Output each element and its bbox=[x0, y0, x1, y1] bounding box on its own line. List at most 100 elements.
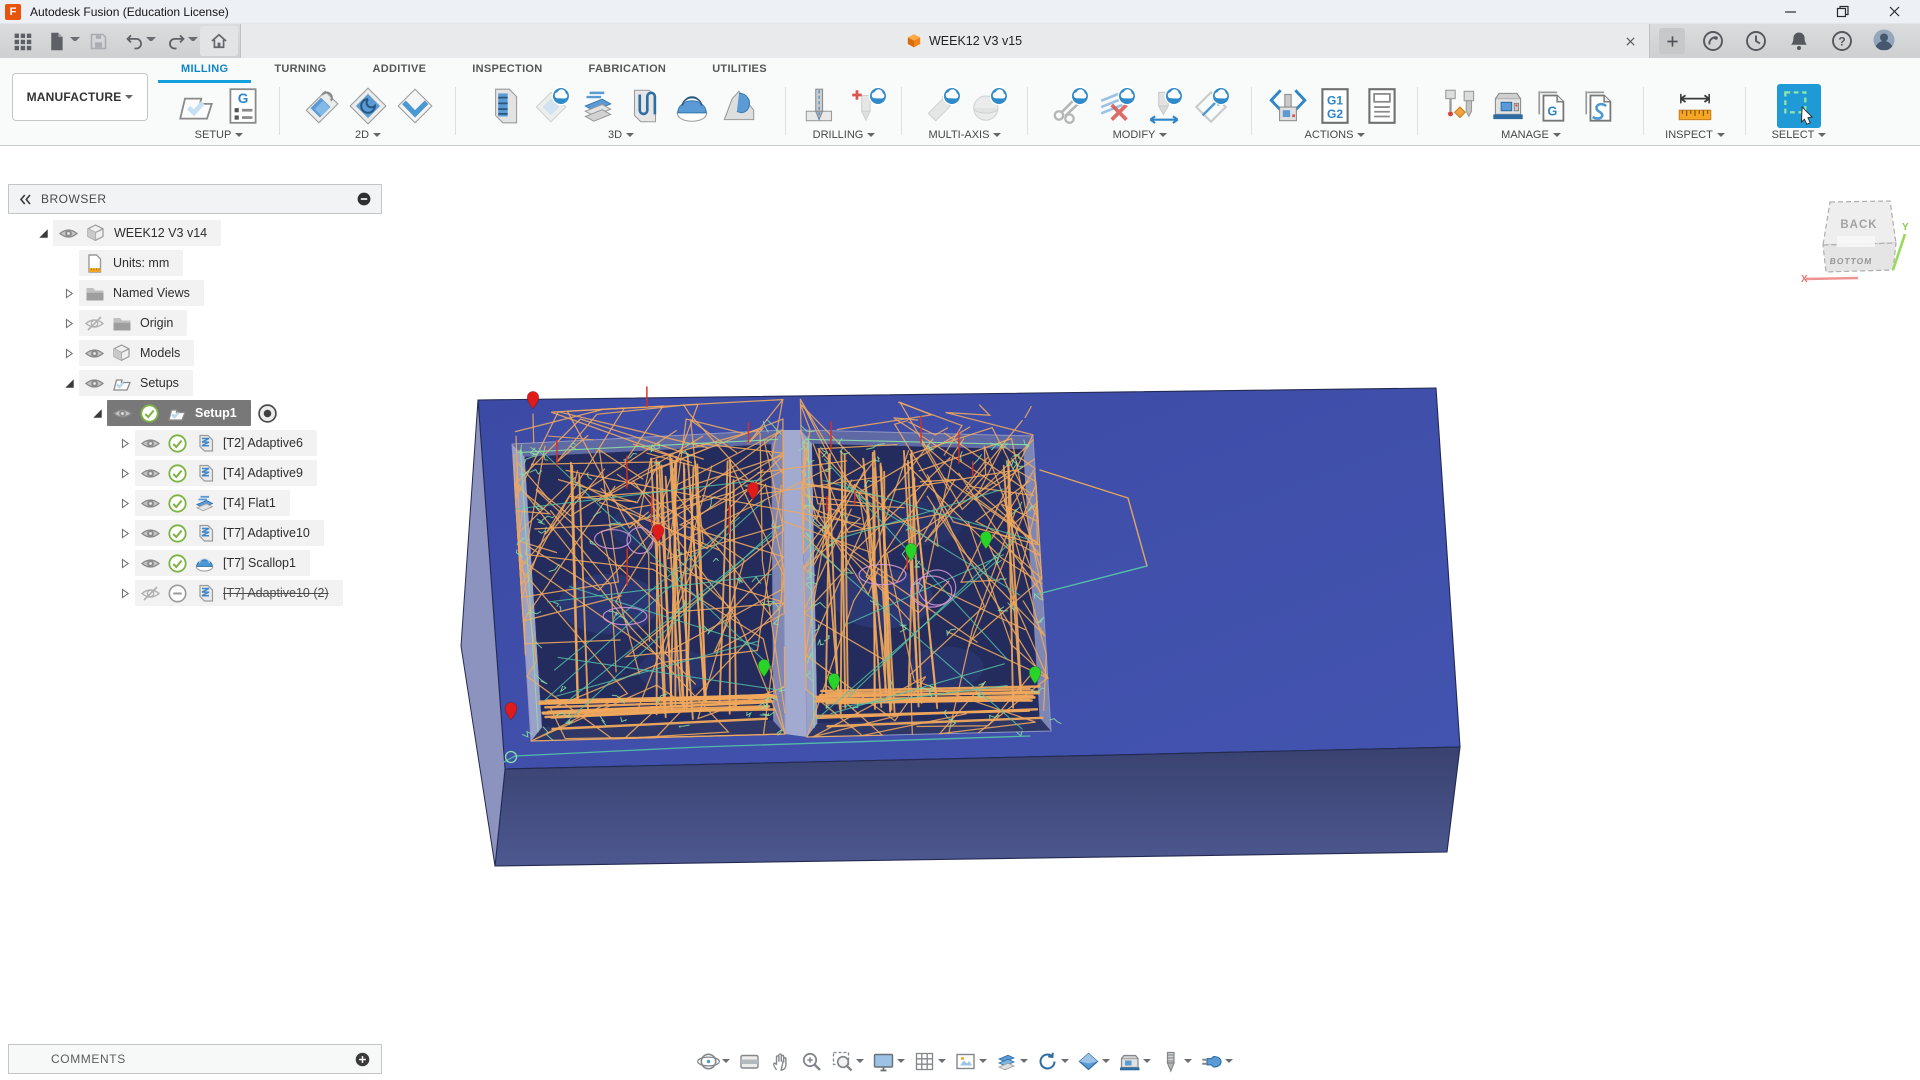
expander-closed-icon[interactable] bbox=[116, 554, 135, 573]
ribbon-button-machine-library[interactable] bbox=[1486, 84, 1530, 128]
ribbon-button-swarf[interactable] bbox=[920, 84, 964, 128]
component-icon[interactable] bbox=[111, 343, 132, 364]
suppressed-icon[interactable] bbox=[167, 583, 188, 604]
generated-check-icon[interactable] bbox=[167, 433, 188, 454]
browser-item-t4-adaptive9[interactable]: [T4] Adaptive9 bbox=[8, 458, 382, 488]
ribbon-button-setup-sheet[interactable] bbox=[1360, 84, 1404, 128]
ribbon-button-templates[interactable] bbox=[1580, 84, 1624, 128]
active-setup-radio-icon[interactable] bbox=[257, 403, 278, 424]
redo-icon[interactable] bbox=[162, 28, 190, 54]
ribbon-button-measure[interactable] bbox=[1673, 84, 1717, 128]
nav-tool-button[interactable] bbox=[1155, 1048, 1196, 1075]
new-document-tab-button[interactable] bbox=[1659, 28, 1685, 54]
visibility-eye-icon[interactable] bbox=[140, 493, 161, 514]
op-scallop-icon[interactable] bbox=[194, 553, 215, 574]
visibility-eye-icon[interactable] bbox=[58, 223, 79, 244]
tab-inspection[interactable]: INSPECTION bbox=[449, 58, 565, 83]
notifications-bell-icon[interactable] bbox=[1787, 29, 1811, 53]
file-home-button[interactable] bbox=[200, 26, 238, 56]
ribbon-group-label-setup[interactable]: SETUP bbox=[195, 129, 244, 141]
visibility-eye-icon[interactable] bbox=[140, 463, 161, 484]
app-launcher-icon[interactable] bbox=[8, 28, 36, 54]
nav-grid-button[interactable] bbox=[909, 1048, 950, 1075]
browser-item-units-mm[interactable]: Units: mm bbox=[8, 248, 382, 278]
visibility-eye-off-icon[interactable] bbox=[140, 583, 161, 604]
display-settings-dropdown-icon[interactable] bbox=[897, 1059, 905, 1067]
generated-check-icon[interactable] bbox=[167, 493, 188, 514]
nav-orbit-button[interactable] bbox=[693, 1048, 734, 1075]
ribbon-button-ncprogram-doc[interactable]: G bbox=[221, 84, 265, 128]
ribbon-button-hole-recognition[interactable] bbox=[846, 84, 890, 128]
view-cube[interactable]: BACK BOTTOM X Y bbox=[1796, 186, 1920, 300]
ribbon-button-trim-toolpath[interactable] bbox=[1048, 84, 1092, 128]
tool-dropdown-icon[interactable] bbox=[1184, 1059, 1192, 1067]
workspace-selector[interactable]: MANUFACTURE bbox=[12, 73, 148, 121]
ribbon-button-drill[interactable] bbox=[799, 84, 843, 128]
units-doc-icon[interactable] bbox=[84, 253, 105, 274]
generated-check-icon[interactable] bbox=[167, 463, 188, 484]
generated-check-icon[interactable] bbox=[167, 523, 188, 544]
folder-open-icon[interactable] bbox=[111, 373, 132, 394]
close-button[interactable] bbox=[1868, 0, 1920, 24]
ribbon-button-post-process[interactable] bbox=[1266, 84, 1310, 128]
expander-closed-icon[interactable] bbox=[60, 314, 79, 333]
tab-turning[interactable]: TURNING bbox=[251, 58, 349, 83]
browser-item-t2-adaptive6[interactable]: [T2] Adaptive6 bbox=[8, 428, 382, 458]
expander-open-icon[interactable] bbox=[34, 224, 53, 243]
nav-pan-button[interactable] bbox=[765, 1048, 796, 1075]
user-avatar[interactable] bbox=[1872, 28, 1896, 52]
folder-icon[interactable] bbox=[84, 283, 105, 304]
ribbon-button-feed-optimization[interactable] bbox=[1142, 84, 1186, 128]
op-adaptive-icon[interactable] bbox=[194, 433, 215, 454]
add-comment-icon[interactable] bbox=[354, 1051, 371, 1068]
orbit-dropdown-icon[interactable] bbox=[722, 1059, 730, 1067]
ribbon-group-label-actions[interactable]: ACTIONS bbox=[1305, 129, 1366, 141]
expander-closed-icon[interactable] bbox=[60, 284, 79, 303]
document-close-icon[interactable] bbox=[1621, 32, 1639, 50]
browser-item-named-views[interactable]: Named Views bbox=[8, 278, 382, 308]
ribbon-button-3d-steep-shallow[interactable] bbox=[529, 84, 573, 128]
ribbon-group-label-2d[interactable]: 2D bbox=[355, 129, 381, 141]
ribbon-group-label-modify[interactable]: MODIFY bbox=[1113, 129, 1168, 141]
generated-check-icon[interactable] bbox=[167, 553, 188, 574]
visibility-eye-icon[interactable] bbox=[140, 523, 161, 544]
browser-item-models[interactable]: Models bbox=[8, 338, 382, 368]
browser-item-setup1[interactable]: Setup1 bbox=[8, 398, 382, 428]
undo-dropdown-icon[interactable] bbox=[146, 37, 156, 47]
redo-dropdown-icon[interactable] bbox=[188, 37, 198, 47]
ribbon-button-2d-adaptive[interactable] bbox=[299, 84, 343, 128]
nav-toolpath-display-button[interactable] bbox=[991, 1048, 1032, 1075]
generated-check-icon[interactable] bbox=[139, 403, 160, 424]
viewports-dropdown-icon[interactable] bbox=[979, 1059, 987, 1067]
op-adaptive-icon[interactable] bbox=[194, 463, 215, 484]
visibility-eye-icon[interactable] bbox=[84, 373, 105, 394]
ribbon-button-setup-folder[interactable] bbox=[174, 84, 218, 128]
grid-dropdown-icon[interactable] bbox=[938, 1059, 946, 1067]
extensions-icon[interactable] bbox=[1701, 29, 1725, 53]
ribbon-group-label-select[interactable]: SELECT bbox=[1772, 129, 1827, 141]
minimize-button[interactable] bbox=[1764, 0, 1816, 24]
nav-look-at-button[interactable] bbox=[734, 1048, 765, 1075]
ribbon-group-label-3d[interactable]: 3D bbox=[608, 129, 634, 141]
browser-collapse-icon[interactable] bbox=[18, 192, 33, 207]
expander-closed-icon[interactable] bbox=[116, 464, 135, 483]
ribbon-group-label-multi-axis[interactable]: MULTI-AXIS bbox=[929, 129, 1002, 141]
ribbon-button-select[interactable] bbox=[1777, 84, 1821, 128]
file-menu-icon[interactable] bbox=[42, 28, 70, 54]
viewcube-top-label[interactable]: BACK bbox=[1840, 219, 1877, 231]
expander-closed-icon[interactable] bbox=[60, 344, 79, 363]
ribbon-button-3d-morph[interactable] bbox=[623, 84, 667, 128]
machine-dropdown-icon[interactable] bbox=[1143, 1059, 1151, 1067]
ribbon-button-tool-library[interactable] bbox=[1439, 84, 1483, 128]
browser-item-origin[interactable]: Origin bbox=[8, 308, 382, 338]
browser-item-setups[interactable]: Setups bbox=[8, 368, 382, 398]
op-adaptive-icon[interactable] bbox=[194, 523, 215, 544]
ribbon-group-label-drilling[interactable]: DRILLING bbox=[813, 129, 876, 141]
ribbon-button-3d-adaptive[interactable] bbox=[482, 84, 526, 128]
nav-regenerate-button[interactable] bbox=[1032, 1048, 1073, 1075]
window-zoom-dropdown-icon[interactable] bbox=[856, 1059, 864, 1067]
file-menu-dropdown-icon[interactable] bbox=[70, 37, 80, 47]
visibility-eye-icon[interactable] bbox=[140, 553, 161, 574]
ribbon-button-2d-contour[interactable] bbox=[393, 84, 437, 128]
expander-open-icon[interactable] bbox=[60, 374, 79, 393]
